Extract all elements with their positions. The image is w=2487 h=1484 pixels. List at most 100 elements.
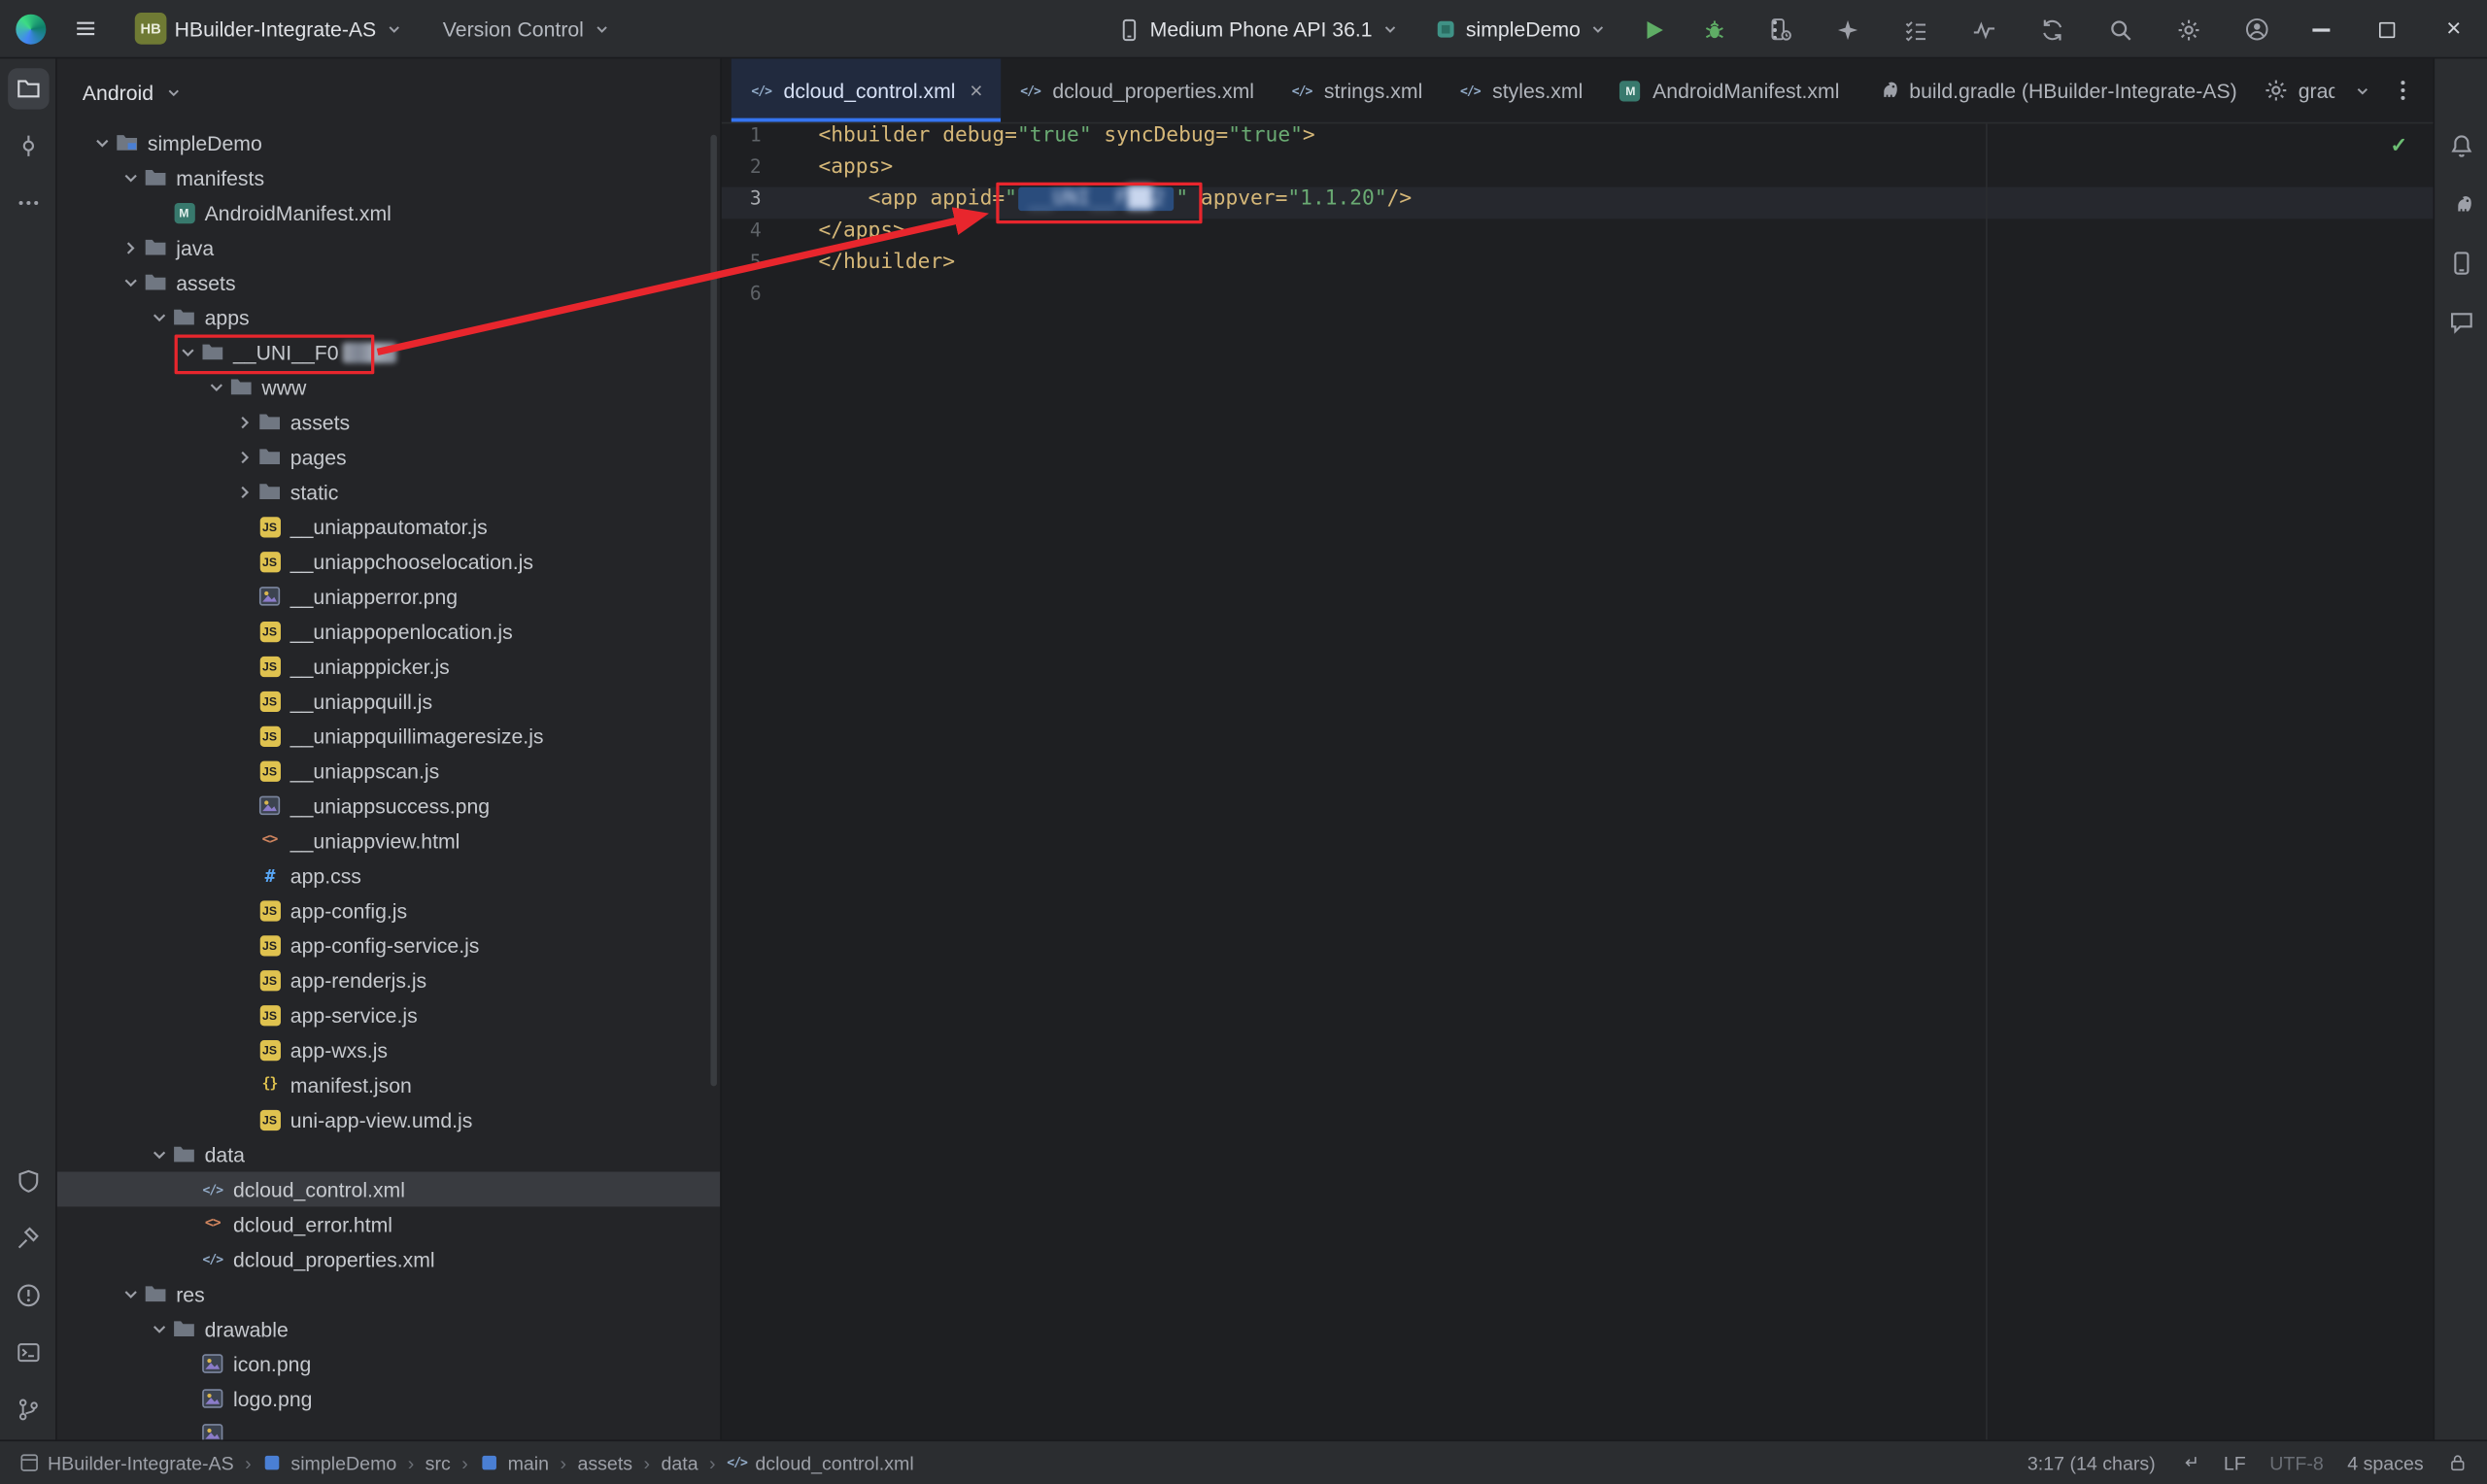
gradle-tool-button[interactable] xyxy=(2440,184,2481,224)
tree-row[interactable]: www xyxy=(57,369,720,404)
hidden-tabs-button[interactable] xyxy=(2347,76,2375,104)
close-tab-icon[interactable]: × xyxy=(970,80,982,102)
tree-row[interactable]: JSapp-config.js xyxy=(57,893,720,928)
settings-button[interactable] xyxy=(2168,9,2209,50)
git-branch-tool-button[interactable] xyxy=(7,1389,48,1430)
file-encoding[interactable]: UTF-8 xyxy=(2269,1452,2324,1474)
line-number[interactable]: 3 xyxy=(722,187,819,219)
chevron-right-icon[interactable] xyxy=(118,235,143,260)
breadcrumb-item[interactable]: data xyxy=(661,1452,698,1474)
tab-options-button[interactable] xyxy=(2389,76,2417,104)
chevron-down-icon[interactable] xyxy=(203,374,228,399)
assistant-tool-button[interactable] xyxy=(2440,301,2481,342)
chevron-down-icon[interactable] xyxy=(146,304,171,329)
line-separator-icon[interactable] xyxy=(2179,1453,2199,1473)
editor-tab[interactable]: </>strings.xml xyxy=(1272,58,1440,121)
tree-row[interactable]: JS__uniappopenlocation.js xyxy=(57,614,720,649)
line-number[interactable]: 5 xyxy=(722,251,819,283)
caret-position[interactable]: 3:17 (14 chars) xyxy=(2027,1452,2156,1474)
chevron-right-icon[interactable] xyxy=(231,479,256,504)
line-number[interactable]: 4 xyxy=(722,219,819,251)
terminal-tool-button[interactable] xyxy=(7,1332,48,1372)
tree-row[interactable]: #app.css xyxy=(57,858,720,893)
ai-sparkle-button[interactable] xyxy=(1827,9,1868,50)
task-list-button[interactable] xyxy=(1895,9,1936,50)
sync-button[interactable] xyxy=(2031,9,2072,50)
breadcrumb-item[interactable]: </>dcloud_control.xml xyxy=(727,1452,914,1474)
tree-row[interactable]: pages xyxy=(57,439,720,474)
debug-button[interactable] xyxy=(1694,9,1735,50)
maximize-button[interactable] xyxy=(2354,0,2421,58)
project-view-selector[interactable]: Android xyxy=(57,58,720,125)
tree-row[interactable]: MAndroidManifest.xml xyxy=(57,195,720,230)
tree-row[interactable] xyxy=(57,1416,720,1439)
tree-row[interactable]: icon.png xyxy=(57,1346,720,1381)
breadcrumb-item[interactable]: assets xyxy=(577,1452,632,1474)
chevron-down-icon[interactable] xyxy=(88,130,114,155)
chevron-down-icon[interactable] xyxy=(146,1142,171,1167)
tree-row[interactable]: __uniappsuccess.png xyxy=(57,788,720,823)
problems-tool-button[interactable] xyxy=(7,1275,48,1316)
vcs-widget[interactable]: Version Control xyxy=(436,17,619,40)
chevron-right-icon[interactable] xyxy=(231,444,256,469)
tree-row[interactable]: {}manifest.json xyxy=(57,1067,720,1102)
run-button[interactable] xyxy=(1634,9,1675,50)
tree-row[interactable]: </>dcloud_properties.xml xyxy=(57,1241,720,1276)
breadcrumb-item[interactable]: HBuilder-Integrate-AS xyxy=(19,1452,234,1474)
run-config-selector[interactable]: simpleDemo xyxy=(1426,17,1616,42)
tree-row[interactable]: JS__uniappquill.js xyxy=(57,684,720,719)
tree-row[interactable]: manifests xyxy=(57,160,720,195)
minimize-button[interactable] xyxy=(2287,0,2354,58)
editor-tab[interactable]: MAndroidManifest.xml xyxy=(1600,58,1857,121)
tree-row[interactable]: JS__uniappquillimageresize.js xyxy=(57,719,720,754)
device-selector[interactable]: Medium Phone API 36.1 xyxy=(1110,17,1408,42)
tree-row[interactable]: res xyxy=(57,1276,720,1311)
tree-row[interactable]: JS__uniappchooselocation.js xyxy=(57,544,720,579)
search-button[interactable] xyxy=(2100,9,2141,50)
shield-tool-button[interactable] xyxy=(7,1161,48,1201)
code-editor[interactable]: 1<hbuilder debug="true" syncDebug="true"… xyxy=(722,123,2434,1439)
account-button[interactable] xyxy=(2236,9,2277,50)
lock-icon[interactable] xyxy=(2447,1453,2468,1473)
tree-row[interactable]: JSapp-service.js xyxy=(57,997,720,1032)
tree-row[interactable]: JS__uniappautomator.js xyxy=(57,509,720,544)
profiler-button[interactable] xyxy=(1963,9,2004,50)
more-horizontal-tool-button[interactable] xyxy=(7,183,48,223)
inspections-status-icon[interactable]: ✓ xyxy=(2391,133,2408,158)
tree-row[interactable]: JSuni-app-view.umd.js xyxy=(57,1102,720,1137)
tree-row[interactable]: __uniapperror.png xyxy=(57,579,720,614)
tree-row[interactable]: JSapp-wxs.js xyxy=(57,1032,720,1067)
notifications-tool-button[interactable] xyxy=(2440,125,2481,166)
breadcrumb-item[interactable]: simpleDemo xyxy=(262,1452,396,1474)
tree-row[interactable]: static xyxy=(57,474,720,509)
breadcrumb-item[interactable]: main xyxy=(479,1452,549,1474)
tree-row[interactable]: __UNI__F0 xyxy=(57,334,720,369)
chevron-down-icon[interactable] xyxy=(175,339,200,364)
tree-row[interactable]: apps xyxy=(57,300,720,335)
tree-row[interactable]: simpleDemo xyxy=(57,125,720,160)
breadcrumb-item[interactable]: src xyxy=(426,1452,451,1474)
tree-row[interactable]: data xyxy=(57,1137,720,1172)
tree-row[interactable]: logo.png xyxy=(57,1381,720,1416)
editor-tab[interactable]: </>dcloud_properties.xml xyxy=(1001,58,1272,121)
editor-tab[interactable]: grad xyxy=(2246,78,2334,103)
line-number[interactable]: 6 xyxy=(722,283,819,315)
tree-row[interactable]: java xyxy=(57,230,720,265)
tree-row[interactable]: JS__uniappscan.js xyxy=(57,754,720,789)
close-button[interactable]: × xyxy=(2420,0,2487,58)
tree-row[interactable]: <>__uniappview.html xyxy=(57,823,720,858)
tree-scrollbar[interactable] xyxy=(710,135,717,1087)
tree-row[interactable]: assets xyxy=(57,265,720,300)
commit-tool-button[interactable] xyxy=(7,125,48,166)
project-selector[interactable]: HB HBuilder-Integrate-AS xyxy=(128,13,411,45)
tree-row[interactable]: drawable xyxy=(57,1311,720,1346)
main-menu-button[interactable] xyxy=(65,8,106,49)
editor-tab[interactable]: build.gradle (HBuilder-Integrate-AS) xyxy=(1857,58,2245,121)
chevron-down-icon[interactable] xyxy=(118,1281,143,1306)
editor-tab[interactable]: </>dcloud_control.xml× xyxy=(732,58,1001,121)
tree-row[interactable]: </>dcloud_control.xml xyxy=(57,1172,720,1207)
chevron-down-icon[interactable] xyxy=(118,165,143,190)
tree-row[interactable]: JSapp-renderjs.js xyxy=(57,962,720,997)
line-number[interactable]: 1 xyxy=(722,123,819,155)
tree-row[interactable]: assets xyxy=(57,404,720,439)
